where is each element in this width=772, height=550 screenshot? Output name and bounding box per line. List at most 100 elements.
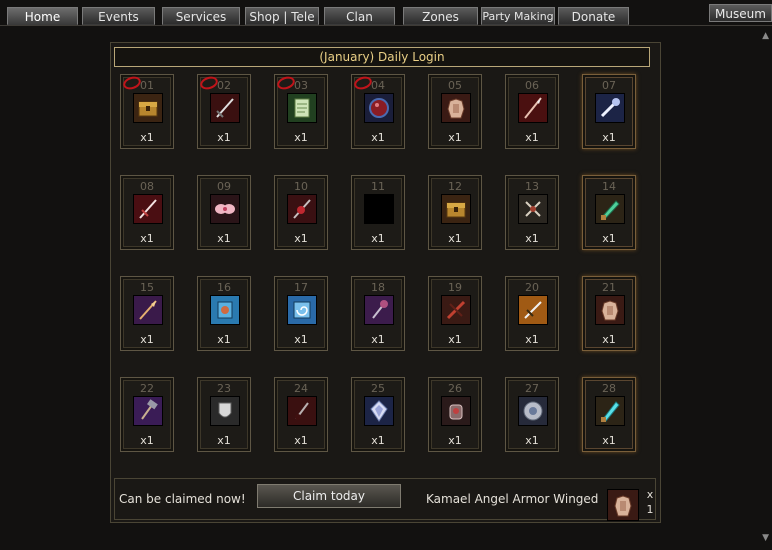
day-number: 22 [140,382,154,395]
day-slot-26[interactable]: 26 x1 [428,377,482,452]
day-slot-09[interactable]: 09 x1 [197,175,251,250]
dark-dagger-icon [287,396,317,426]
day-slot-05[interactable]: 05 x1 [428,74,482,149]
calendar-title: (January) Daily Login [114,47,650,67]
tab-zones[interactable]: Zones [403,7,478,25]
tab-shop-tele[interactable]: Shop | Tele [245,7,319,25]
day-slot-04[interactable]: 04 x1 [351,74,405,149]
day-number: 09 [217,180,231,193]
day-number: 23 [217,382,231,395]
red-spear-icon [518,93,548,123]
day-quantity: x1 [294,232,308,245]
day-slot-22[interactable]: 22 x1 [120,377,174,452]
day-number: 25 [371,382,385,395]
tab-donate[interactable]: Donate [558,7,629,25]
day-number: 26 [448,382,462,395]
day-slot-12[interactable]: 12 x1 [428,175,482,250]
reward-armor-icon [607,489,639,521]
tab-home[interactable]: Home [7,7,78,25]
day-slot-19[interactable]: 19 x1 [428,276,482,351]
dark-sword-icon [210,93,240,123]
day-quantity: x1 [448,131,462,144]
day-number: 06 [525,79,539,92]
crossbow-icon [441,295,471,325]
tab-bar-line [0,25,772,26]
day-number: 07 [602,79,616,92]
scroll-down-icon[interactable]: ▼ [762,533,769,543]
armor-icon [441,93,471,123]
gem-orb-icon [518,396,548,426]
day-quantity: x1 [371,333,385,346]
day-number: 21 [602,281,616,294]
day-slot-27[interactable]: 27 x1 [505,377,559,452]
day-quantity: x1 [294,131,308,144]
day-slot-20[interactable]: 20 x1 [505,276,559,351]
day-quantity: x1 [371,131,385,144]
claim-status-text: Can be claimed now! [119,492,246,506]
treasure-chest-icon [441,194,471,224]
day-slot-21[interactable]: 21 x1 [582,276,636,351]
day-slot-13[interactable]: 13 x1 [505,175,559,250]
day-slot-07[interactable]: 07 x1 [582,74,636,149]
day-slot-08[interactable]: 08 x1 [120,175,174,250]
day-slot-28[interactable]: 28 x1 [582,377,636,452]
day-quantity: x1 [217,232,231,245]
day-quantity: x1 [525,232,539,245]
red-sword-icon [133,194,163,224]
scroll-up-icon[interactable]: ▲ [762,31,769,41]
day-number: 28 [602,382,616,395]
day-number: 14 [602,180,616,193]
day-slot-06[interactable]: 06 x1 [505,74,559,149]
day-quantity: x1 [371,434,385,447]
day-number: 27 [525,382,539,395]
museum-button[interactable]: Museum [709,4,772,22]
day-slot-10[interactable]: 10 x1 [274,175,328,250]
day-number: 19 [448,281,462,294]
day-slot-14[interactable]: 14 x1 [582,175,636,250]
day-number: 05 [448,79,462,92]
day-number: 24 [294,382,308,395]
red-staff-icon [287,194,317,224]
day-slot-11[interactable]: 11 x1 [351,175,405,250]
day-slot-24[interactable]: 24 x1 [274,377,328,452]
day-slot-01[interactable]: 01 x1 [120,74,174,149]
day-quantity: x1 [602,434,616,447]
blue-scroll-icon [210,295,240,325]
gauntlet-icon [441,396,471,426]
day-slot-18[interactable]: 18 x1 [351,276,405,351]
day-slot-15[interactable]: 15 x1 [120,276,174,351]
twin-axes-icon [518,194,548,224]
day-number: 11 [371,180,385,193]
day-number: 20 [525,281,539,294]
day-number: 16 [217,281,231,294]
tab-events[interactable]: Events [82,7,155,25]
spiral-scroll-icon [287,295,317,325]
day-number: 17 [294,281,308,294]
purple-hammer-icon [133,396,163,426]
silver-crystal-icon [364,396,394,426]
day-quantity: x1 [140,434,154,447]
empty-black-icon [364,194,394,224]
day-quantity: x1 [448,434,462,447]
day-slot-17[interactable]: 17 x1 [274,276,328,351]
day-quantity: x1 [294,434,308,447]
tab-party-making[interactable]: Party Making [481,7,555,25]
day-slot-23[interactable]: 23 x1 [197,377,251,452]
scroll-icon [287,93,317,123]
day-slot-03[interactable]: 03 x1 [274,74,328,149]
day-slot-16[interactable]: 16 x1 [197,276,251,351]
silver-shield-icon [210,396,240,426]
day-quantity: x1 [140,232,154,245]
silver-weapon-icon [595,93,625,123]
tab-services[interactable]: Services [162,7,240,25]
emerald-blade-icon [595,194,625,224]
day-slot-25[interactable]: 25 x1 [351,377,405,452]
tab-clan[interactable]: Clan [324,7,395,25]
treasure-chest-icon [133,93,163,123]
day-number: 18 [371,281,385,294]
claim-today-button[interactable]: Claim today [257,484,401,508]
day-quantity: x1 [140,333,154,346]
day-quantity: x1 [525,131,539,144]
day-number: 12 [448,180,462,193]
day-slot-02[interactable]: 02 x1 [197,74,251,149]
